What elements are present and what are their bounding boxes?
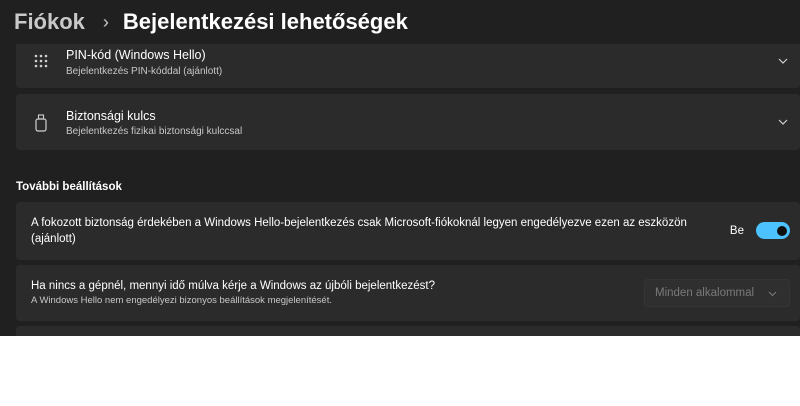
hello-only-text-line2: (ajánlott) xyxy=(31,233,76,245)
page-header: Fiókok › Bejelentkezési lehetőségek xyxy=(0,0,800,44)
pin-title: PIN-kód (Windows Hello) xyxy=(66,48,206,62)
section-heading: További beállítások xyxy=(16,181,122,193)
toggle-group: Be xyxy=(730,222,790,239)
chevron-down-icon[interactable] xyxy=(778,117,788,127)
require-sign-in-card: Ha nincs a gépnél, mennyi idő múlva kérj… xyxy=(16,265,800,321)
chevron-down-icon xyxy=(768,291,777,297)
require-sign-in-title: Ha nincs a gépnél, mennyi idő múlva kérj… xyxy=(31,280,435,292)
toggle-knob xyxy=(777,225,787,236)
security-key-card[interactable]: Biztonsági kulcs Bejelentkezés fizikai b… xyxy=(16,94,800,150)
breadcrumb-parent[interactable]: Fiókok xyxy=(14,9,85,35)
settings-window: PIN-kód (Windows Hello) Bejelentkezés PI… xyxy=(0,0,800,336)
hello-only-card: A fokozott biztonság érdekében a Windows… xyxy=(16,202,800,260)
pin-description: Bejelentkezés PIN-kóddal (ajánlott) xyxy=(66,66,223,77)
usb-key-icon xyxy=(35,114,47,137)
hello-only-text: A fokozott biztonság érdekében a Windows… xyxy=(31,215,687,247)
breadcrumb-separator: › xyxy=(102,11,109,32)
next-setting-card xyxy=(16,326,800,336)
require-sign-in-description: A Windows Hello nem engedélyezi bizonyos… xyxy=(31,295,332,306)
security-key-title: Biztonsági kulcs xyxy=(66,109,156,123)
hello-only-toggle[interactable] xyxy=(756,222,790,239)
security-key-description: Bejelentkezés fizikai biztonsági kulccsa… xyxy=(66,126,243,137)
hello-only-text-line1: A fokozott biztonság érdekében a Windows… xyxy=(31,217,687,229)
keypad-icon xyxy=(34,54,48,75)
chevron-down-icon[interactable] xyxy=(778,56,788,66)
page-title: Bejelentkezési lehetőségek xyxy=(122,9,408,34)
require-sign-in-dropdown[interactable]: Minden alkalommal xyxy=(644,279,790,307)
toggle-state-label: Be xyxy=(729,224,744,237)
dropdown-value: Minden alkalommal xyxy=(655,287,755,299)
